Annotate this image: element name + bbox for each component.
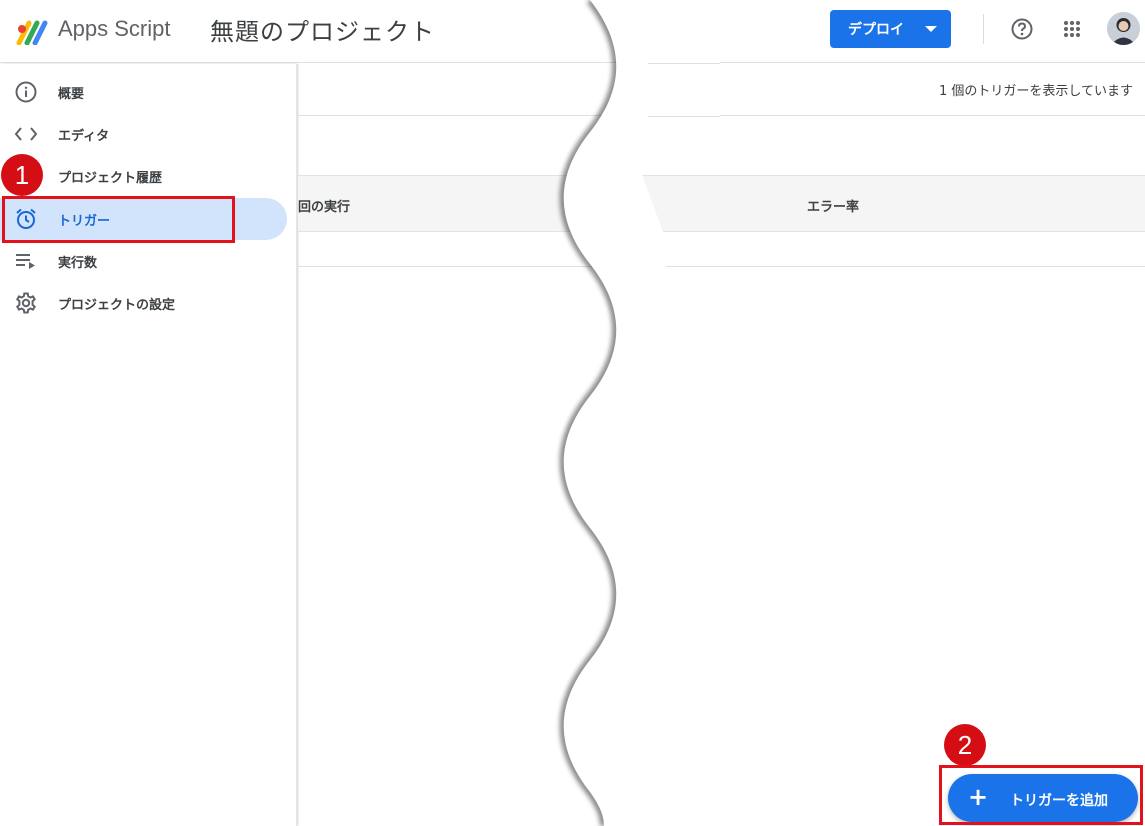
sidebar-item-history[interactable]: プロジェクト履歴 [0, 155, 287, 197]
column-header-error-rate[interactable]: エラー率 [807, 196, 859, 215]
code-icon [14, 122, 38, 146]
deploy-button[interactable]: デプロイ [830, 10, 951, 48]
callout-highlight-add-trigger [939, 765, 1143, 825]
project-title[interactable]: 無題のプロジェクト [210, 12, 435, 47]
help-icon[interactable] [1011, 18, 1033, 40]
callout-badge-1: 1 [1, 154, 43, 196]
google-apps-icon[interactable] [1063, 20, 1081, 38]
sidebar-item-executions[interactable]: 実行数 [0, 240, 287, 282]
trigger-count-text: 1 個のトリガーを表示しています [938, 84, 1133, 99]
sidebar-item-settings[interactable]: プロジェクトの設定 [0, 282, 287, 324]
trigger-count-row: 1 個のトリガーを表示しています [298, 64, 1145, 116]
gear-icon [14, 291, 38, 315]
triggers-panel: 1 個のトリガーを表示しています 回の実行 エラー率 [298, 64, 1145, 826]
executions-icon [14, 249, 38, 273]
table-row[interactable] [298, 266, 1145, 267]
avatar[interactable] [1107, 12, 1140, 45]
sidebar-item-label: 概要 [58, 87, 85, 102]
callout-badge-2: 2 [944, 724, 986, 766]
sidebar: 概要 エディタ プロジェクト履歴 トリガー 実行数 プロジェクトの設定 [0, 64, 297, 826]
deploy-label: デプロイ [848, 22, 904, 38]
sidebar-item-label: エディタ [58, 129, 110, 144]
info-icon [14, 80, 38, 104]
app-name: Apps Script [58, 16, 171, 41]
sidebar-item-editor[interactable]: エディタ [0, 113, 287, 155]
sidebar-item-overview[interactable]: 概要 [0, 71, 287, 113]
header-divider [983, 14, 984, 44]
apps-script-logo[interactable] [16, 17, 50, 45]
caret-down-icon [925, 26, 937, 32]
sidebar-item-label: プロジェクト履歴 [58, 171, 163, 186]
torn-page-divider [559, 0, 720, 826]
column-header-last-run[interactable]: 回の実行 [298, 196, 350, 215]
sidebar-item-label: 実行数 [58, 256, 98, 271]
sidebar-item-label: プロジェクトの設定 [58, 298, 176, 313]
callout-highlight-triggers [2, 196, 235, 243]
table-header: 回の実行 エラー率 [298, 175, 1145, 232]
